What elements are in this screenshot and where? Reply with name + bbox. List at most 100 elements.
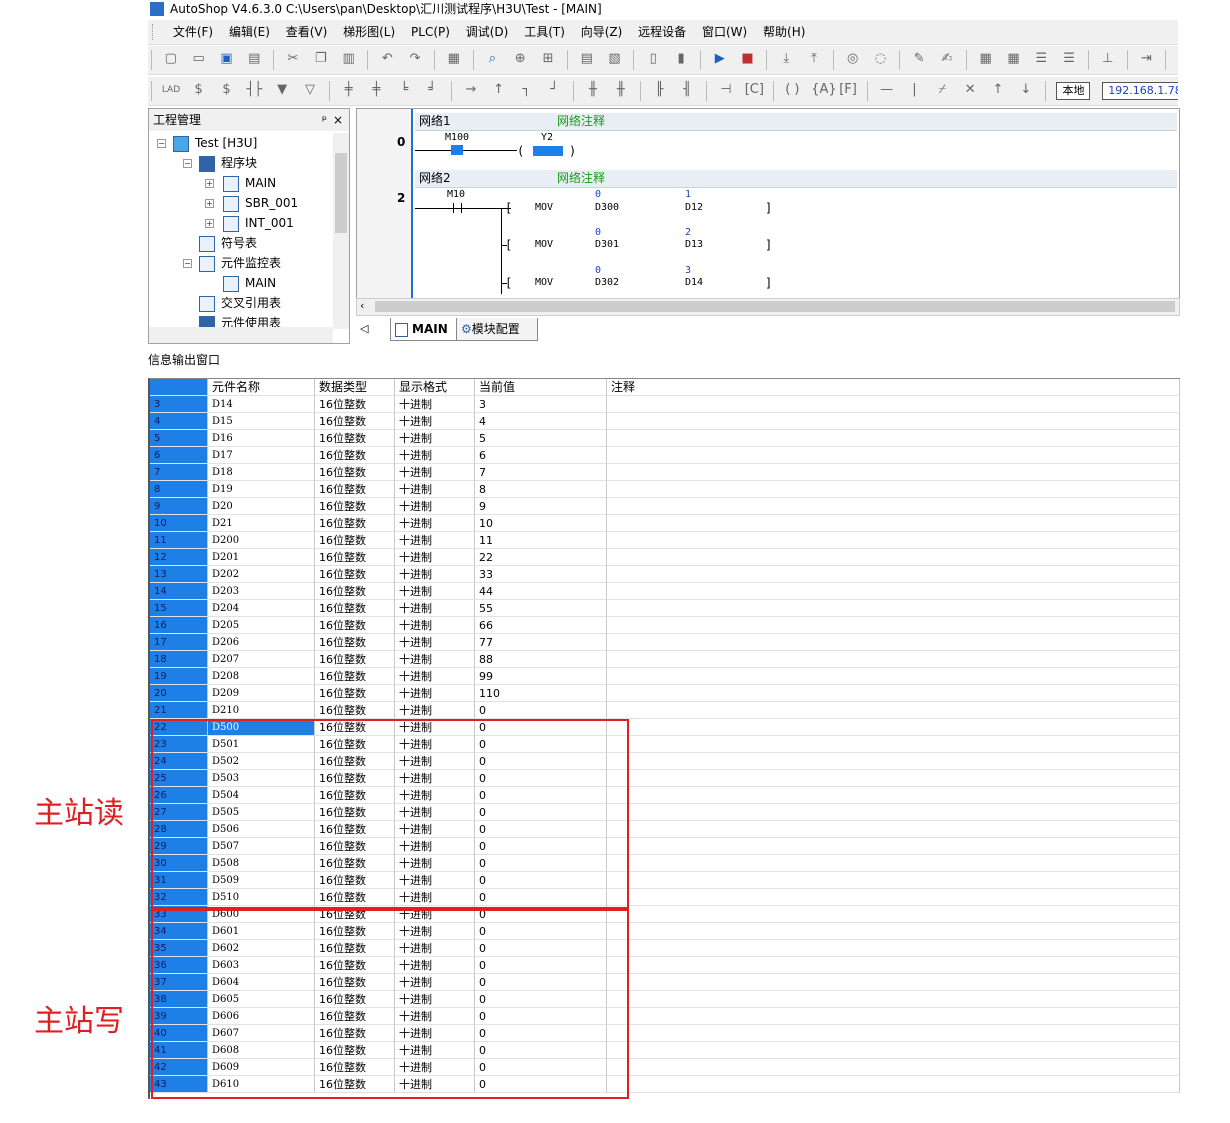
tree-horizontal-scrollbar[interactable]	[149, 327, 333, 343]
cell-value[interactable]: 77	[475, 634, 607, 651]
network-icon[interactable]: ⊕	[511, 50, 529, 68]
cell-name[interactable]: D201	[208, 549, 315, 566]
tab-main[interactable]: MAIN	[390, 318, 458, 341]
grid-icon[interactable]: ▦	[977, 50, 995, 68]
cell-format[interactable]: 十进制	[395, 702, 475, 719]
expand-icon[interactable]: +	[205, 199, 214, 208]
cell-value[interactable]: 44	[475, 583, 607, 600]
table-row[interactable]: 12 D201 16位整数 十进制 22	[150, 549, 1180, 566]
st-icon[interactable]: $	[217, 81, 235, 99]
cell-comment[interactable]	[607, 685, 1180, 702]
cell-format[interactable]: 十进制	[395, 413, 475, 430]
cell-name[interactable]: D202	[208, 566, 315, 583]
arrow-down-outline-icon[interactable]: ▽	[301, 81, 319, 99]
cell-value[interactable]: 6	[475, 447, 607, 464]
cell-comment[interactable]	[607, 821, 1180, 838]
tab-module-config[interactable]: ⚙模块配置	[456, 318, 538, 341]
function-icon[interactable]: [F]	[839, 81, 857, 99]
cell-comment[interactable]	[607, 396, 1180, 413]
up-icon[interactable]: ↑	[989, 81, 1007, 99]
tree-node-main[interactable]: MAIN	[223, 173, 276, 193]
cell-value[interactable]: 11	[475, 532, 607, 549]
invert-icon[interactable]: ⊣	[717, 81, 735, 99]
cell-value[interactable]: 3	[475, 396, 607, 413]
expand-icon[interactable]: +	[205, 219, 214, 228]
cell-datatype[interactable]: 16位整数	[315, 549, 395, 566]
pulse-rise-icon[interactable]: ╟	[650, 81, 668, 99]
ladder-horizontal-scrollbar[interactable]: ‹	[356, 298, 1180, 316]
window-icon[interactable]: ▤	[578, 50, 596, 68]
cell-name[interactable]: D208	[208, 668, 315, 685]
table-row[interactable]: 5 D16 16位整数 十进制 5	[150, 430, 1180, 447]
grip-handle[interactable]	[152, 24, 157, 40]
undo-icon[interactable]: ↶	[378, 50, 396, 68]
cell-comment[interactable]	[607, 1025, 1180, 1042]
download-icon[interactable]: ⤓	[777, 50, 795, 68]
contact-no-icon[interactable]: ┤├	[245, 81, 263, 99]
cell-comment[interactable]	[607, 532, 1180, 549]
cell-name[interactable]: D21	[208, 515, 315, 532]
contact-m100[interactable]	[451, 145, 463, 155]
cell-datatype[interactable]: 16位整数	[315, 447, 395, 464]
cell-format[interactable]: 十进制	[395, 668, 475, 685]
cell-comment[interactable]	[607, 889, 1180, 906]
cell-comment[interactable]	[607, 430, 1180, 447]
table-row[interactable]: 11 D200 16位整数 十进制 11	[150, 532, 1180, 549]
branch2-icon[interactable]: ╛	[423, 81, 441, 99]
tree-node-sbr[interactable]: SBR_001	[223, 193, 298, 213]
cell-value[interactable]: 66	[475, 617, 607, 634]
coil-icon[interactable]: ( )	[783, 81, 801, 99]
cell-value[interactable]: 88	[475, 651, 607, 668]
cell-datatype[interactable]: 16位整数	[315, 634, 395, 651]
cell-datatype[interactable]: 16位整数	[315, 396, 395, 413]
coil-c-icon[interactable]: [C]	[745, 81, 764, 99]
write-icon[interactable]: ✍	[938, 50, 956, 68]
cell-datatype[interactable]: 16位整数	[315, 702, 395, 719]
ladder-editor[interactable]: 网络1 网络注释 0 M100 ( Y2 ) 网络2 网络注释 2 M10 [ …	[356, 108, 1180, 300]
cell-value[interactable]: 99	[475, 668, 607, 685]
cell-comment[interactable]	[607, 753, 1180, 770]
cell-value[interactable]: 8	[475, 481, 607, 498]
cell-comment[interactable]	[607, 855, 1180, 872]
pages-icon[interactable]: ▮	[672, 50, 690, 68]
table-row[interactable]: 9 D20 16位整数 十进制 9	[150, 498, 1180, 515]
upload-icon[interactable]: ⤒	[805, 50, 823, 68]
menu-plc[interactable]: PLC(P)	[405, 20, 456, 44]
cell-datatype[interactable]: 16位整数	[315, 600, 395, 617]
table-row[interactable]: 21 D210 16位整数 十进制 0	[150, 702, 1180, 719]
pulse-fall-icon[interactable]: ╢	[678, 81, 696, 99]
scroll-left-icon[interactable]: ‹	[360, 299, 364, 312]
cell-comment[interactable]	[607, 838, 1180, 855]
header-format[interactable]: 显示格式	[395, 379, 475, 396]
cell-datatype[interactable]: 16位整数	[315, 464, 395, 481]
network-1-header[interactable]: 网络1 网络注释	[415, 113, 1177, 131]
tab-scroll-left-icon[interactable]: ◁	[360, 322, 368, 335]
cell-comment[interactable]	[607, 600, 1180, 617]
cell-comment[interactable]	[607, 583, 1180, 600]
cell-value[interactable]: 9	[475, 498, 607, 515]
device-icon[interactable]: ⊞	[539, 50, 557, 68]
table-row[interactable]: 10 D21 16位整数 十进制 10	[150, 515, 1180, 532]
cell-datatype[interactable]: 16位整数	[315, 430, 395, 447]
edit-icon[interactable]: ✎	[910, 50, 928, 68]
cell-comment[interactable]	[607, 498, 1180, 515]
cell-format[interactable]: 十进制	[395, 651, 475, 668]
cell-datatype[interactable]: 16位整数	[315, 515, 395, 532]
cell-comment[interactable]	[607, 787, 1180, 804]
new-file-icon[interactable]: ▢	[162, 50, 180, 68]
cell-value[interactable]: 110	[475, 685, 607, 702]
login-icon[interactable]: ⇥	[1137, 50, 1155, 68]
cell-datatype[interactable]: 16位整数	[315, 651, 395, 668]
cell-comment[interactable]	[607, 872, 1180, 889]
cell-comment[interactable]	[607, 719, 1180, 736]
cell-comment[interactable]	[607, 549, 1180, 566]
cell-format[interactable]: 十进制	[395, 685, 475, 702]
list-icon[interactable]: ☰	[1032, 50, 1050, 68]
header-name[interactable]: 元件名称	[208, 379, 315, 396]
table-row[interactable]: 8 D19 16位整数 十进制 8	[150, 481, 1180, 498]
cell-comment[interactable]	[607, 1059, 1180, 1076]
collapse-icon[interactable]: −	[157, 139, 166, 148]
table-row[interactable]: 18 D207 16位整数 十进制 88	[150, 651, 1180, 668]
table-row[interactable]: 15 D204 16位整数 十进制 55	[150, 600, 1180, 617]
menu-debug[interactable]: 调试(D)	[460, 20, 515, 44]
